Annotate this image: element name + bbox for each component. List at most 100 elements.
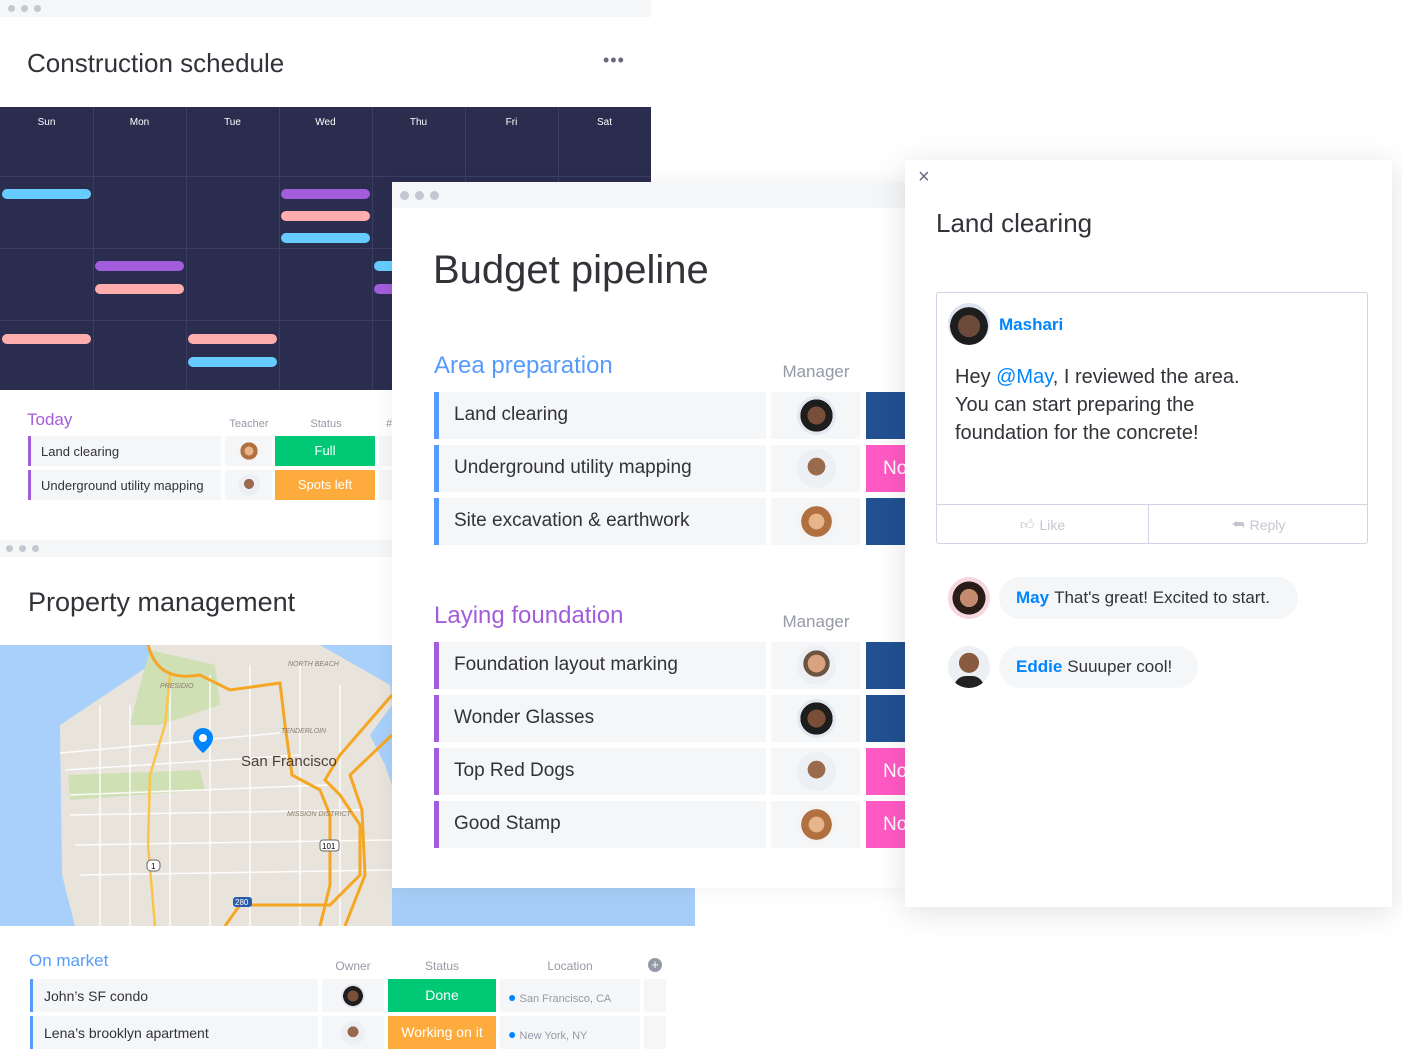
location-text: New York, NY [519, 1030, 588, 1042]
day-header: Thu [409, 117, 428, 128]
status-cell[interactable] [866, 642, 905, 689]
status-cell[interactable]: No [866, 445, 905, 492]
status-cell[interactable] [866, 695, 905, 742]
like-button[interactable]: 👍︎ Like [937, 504, 1149, 544]
calendar-event-bar[interactable] [281, 189, 370, 199]
extra-cell [379, 436, 392, 466]
update-text: You can start preparing the [955, 394, 1195, 416]
table-row[interactable]: Lena’s brooklyn apartment [30, 1016, 318, 1049]
window-titlebar [392, 182, 905, 208]
reply-button[interactable]: ⮪ Reply [1149, 504, 1368, 544]
avatar[interactable] [797, 646, 836, 685]
avatar[interactable] [797, 752, 836, 791]
avatar[interactable] [341, 984, 365, 1008]
reply-author[interactable]: Eddie [1016, 657, 1062, 677]
reply-arrow-icon: ⮪ [1231, 516, 1245, 532]
highway-shield: 280 [235, 898, 249, 907]
day-header: Mon [129, 117, 150, 128]
item-name: Land clearing [454, 404, 569, 425]
window-dots [400, 191, 439, 200]
avatar[interactable] [238, 474, 260, 496]
board-title: Property management [28, 587, 296, 617]
status-cell[interactable]: Working on it [388, 1016, 496, 1049]
update-card: Mashari Hey @May, I reviewed the area. Y… [936, 292, 1368, 544]
reply-bubble: May That's great! Excited to start. [999, 577, 1298, 619]
item-name: Top Red Dogs [454, 760, 575, 781]
board-title: Budget pipeline [433, 248, 709, 292]
calendar-event-bar[interactable] [281, 233, 370, 243]
avatar[interactable] [797, 396, 836, 435]
window-titlebar [0, 540, 392, 557]
group-title-today: Today [27, 410, 73, 429]
location-cell[interactable]: ● New York, NY [500, 1016, 640, 1049]
calendar-event-bar[interactable] [95, 284, 184, 294]
map-label: PRESIDIO [160, 683, 194, 690]
avatar [948, 303, 990, 345]
calendar-event-bar[interactable] [281, 211, 370, 221]
author-name[interactable]: Mashari [999, 315, 1063, 335]
avatar[interactable] [797, 699, 836, 738]
table-row[interactable]: Land clearing [434, 392, 766, 439]
group-title[interactable]: Area preparation [434, 352, 613, 380]
status-cell[interactable]: Spots left [275, 470, 375, 500]
extra-cell [644, 979, 666, 1012]
window-titlebar [0, 0, 651, 17]
calendar-event-bar[interactable] [2, 334, 91, 344]
location-cell[interactable]: ● San Francisco, CA [500, 979, 640, 1012]
day-header: Fri [505, 117, 518, 128]
extra-cell [644, 1016, 666, 1049]
table-row[interactable]: Good Stamp [434, 801, 766, 848]
item-name: Good Stamp [454, 813, 561, 834]
table-row[interactable]: Wonder Glasses [434, 695, 766, 742]
avatar [948, 577, 990, 619]
close-icon[interactable]: × [918, 166, 930, 189]
calendar-row-divider [0, 176, 651, 177]
like-label: Like [1039, 516, 1066, 533]
status-cell[interactable]: No [866, 801, 905, 848]
column-header-teacher: Teacher [229, 418, 269, 430]
table-row[interactable]: Land clearing [28, 436, 221, 466]
status-cell[interactable]: No [866, 748, 905, 795]
avatar[interactable] [341, 1021, 365, 1045]
column-header-location: Location [547, 959, 593, 973]
update-body: Hey @May, I reviewed the area. You can s… [955, 363, 1240, 447]
table-row[interactable]: Top Red Dogs [434, 748, 766, 795]
table-row[interactable]: Site excavation & earthwork [434, 498, 766, 545]
item-title: Land clearing [936, 208, 1093, 238]
table-row[interactable]: Underground utility mapping [434, 445, 766, 492]
map-label: MISSION DISTRICT [287, 811, 352, 818]
table-row[interactable]: Underground utility mapping [28, 470, 221, 500]
location-text: San Francisco, CA [519, 993, 612, 1005]
location-pin-icon: ● [508, 1026, 517, 1042]
update-text: foundation for the concrete! [955, 422, 1199, 444]
column-header-status: Status [424, 959, 460, 973]
avatar[interactable] [797, 502, 836, 541]
more-horizontal-icon[interactable]: ••• [603, 50, 625, 71]
status-cell[interactable] [866, 498, 905, 545]
reply-bubble: Eddie Suuuper cool! [999, 646, 1199, 688]
group-title[interactable]: Laying foundation [434, 602, 624, 630]
avatar[interactable] [238, 440, 260, 462]
calendar-event-bar[interactable] [188, 334, 277, 344]
budget-pipeline-window: Budget pipeline Area preparation Manager L… [392, 182, 905, 888]
avatar[interactable] [797, 805, 836, 844]
table-row[interactable]: Foundation layout marking [434, 642, 766, 689]
window-dots [8, 5, 41, 12]
mention-link[interactable]: @May [996, 366, 1053, 388]
avatar[interactable] [797, 449, 836, 488]
table-row[interactable]: John’s SF condo [30, 979, 318, 1012]
add-column-button[interactable]: + [648, 958, 662, 972]
map-city-label: San Francisco [241, 753, 337, 770]
avatar [948, 646, 990, 688]
calendar-event-bar[interactable] [188, 357, 277, 367]
calendar-event-bar[interactable] [95, 261, 184, 271]
update-text: , I reviewed the area. [1052, 366, 1240, 388]
day-header: Tue [224, 117, 241, 128]
item-name: John’s SF condo [44, 988, 149, 1004]
status-cell[interactable] [866, 392, 905, 439]
status-cell[interactable]: Full [275, 436, 375, 466]
status-cell[interactable]: Done [388, 979, 496, 1012]
reply-author[interactable]: May [1016, 588, 1049, 608]
calendar-event-bar[interactable] [2, 189, 91, 199]
map-label: NORTH BEACH [288, 661, 340, 668]
